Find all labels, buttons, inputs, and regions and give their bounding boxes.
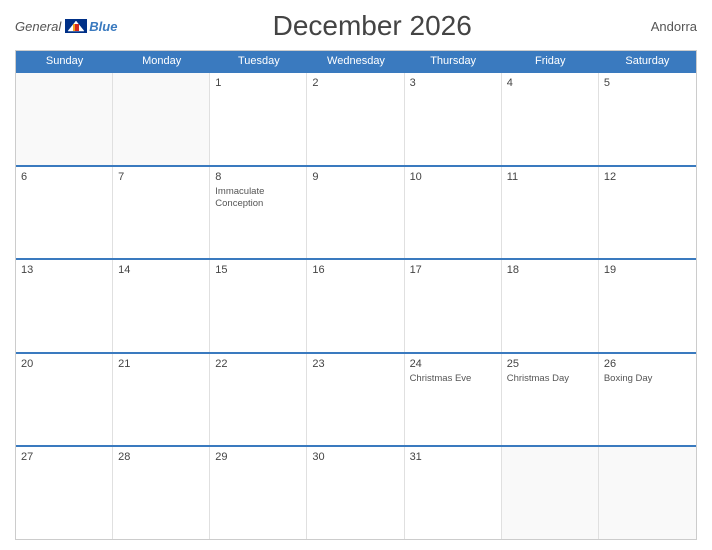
calendar-cell: 2 [307, 73, 404, 165]
day-number: 7 [118, 171, 204, 183]
calendar-cell: 24 Christmas Eve [405, 354, 502, 446]
header: General Blue December 2026 Andorra [15, 10, 697, 42]
calendar-cell: 30 [307, 447, 404, 539]
weekday-monday: Monday [113, 51, 210, 71]
day-number: 26 [604, 358, 691, 370]
calendar-cell [113, 73, 210, 165]
calendar-row-4: 27 28 29 30 31 [16, 445, 696, 539]
day-number: 18 [507, 264, 593, 276]
country-label: Andorra [627, 19, 697, 34]
calendar: Sunday Monday Tuesday Wednesday Thursday… [15, 50, 697, 540]
day-number: 24 [410, 358, 496, 370]
calendar-cell: 23 [307, 354, 404, 446]
calendar-row-3: 20 21 22 23 24 Christmas Eve 25 Christmas Day 26… [16, 352, 696, 446]
day-event: Immaculate Conception [215, 186, 301, 211]
day-number: 2 [312, 77, 398, 89]
day-number: 19 [604, 264, 691, 276]
calendar-cell: 11 [502, 167, 599, 259]
calendar-cell [502, 447, 599, 539]
calendar-cell: 27 [16, 447, 113, 539]
day-number: 5 [604, 77, 691, 89]
day-number: 28 [118, 451, 204, 463]
calendar-cell: 7 [113, 167, 210, 259]
calendar-cell: 15 [210, 260, 307, 352]
calendar-cell: 12 [599, 167, 696, 259]
calendar-cell: 28 [113, 447, 210, 539]
day-number: 9 [312, 171, 398, 183]
day-number: 27 [21, 451, 107, 463]
weekday-saturday: Saturday [599, 51, 696, 71]
logo-flag-icon [65, 19, 87, 33]
weekday-wednesday: Wednesday [307, 51, 404, 71]
weekday-thursday: Thursday [405, 51, 502, 71]
calendar-cell: 18 [502, 260, 599, 352]
day-number: 25 [507, 358, 593, 370]
day-number: 16 [312, 264, 398, 276]
calendar-cell: 4 [502, 73, 599, 165]
logo-blue: Blue [89, 19, 117, 34]
calendar-header: Sunday Monday Tuesday Wednesday Thursday… [16, 51, 696, 71]
day-number: 31 [410, 451, 496, 463]
month-title: December 2026 [117, 10, 627, 42]
calendar-body: 12345678Immaculate Conception91011121314… [16, 71, 696, 539]
calendar-cell: 29 [210, 447, 307, 539]
calendar-cell: 16 [307, 260, 404, 352]
day-event: Christmas Day [507, 373, 593, 385]
logo-general: General [15, 19, 61, 34]
weekday-sunday: Sunday [16, 51, 113, 71]
calendar-cell [599, 447, 696, 539]
day-number: 6 [21, 171, 107, 183]
day-number: 12 [604, 171, 691, 183]
calendar-row-1: 678 Immaculate Conception 9 10 11 12 [16, 165, 696, 259]
day-number: 30 [312, 451, 398, 463]
calendar-cell: 25 Christmas Day [502, 354, 599, 446]
calendar-cell: 6 [16, 167, 113, 259]
weekday-friday: Friday [502, 51, 599, 71]
calendar-cell: 3 [405, 73, 502, 165]
weekday-tuesday: Tuesday [210, 51, 307, 71]
day-number: 20 [21, 358, 107, 370]
day-number: 13 [21, 264, 107, 276]
calendar-row-0: 12345 [16, 71, 696, 165]
calendar-cell: 22 [210, 354, 307, 446]
calendar-cell: 21 [113, 354, 210, 446]
calendar-cell: 26 Boxing Day [599, 354, 696, 446]
calendar-cell: 9 [307, 167, 404, 259]
day-event: Christmas Eve [410, 373, 496, 385]
calendar-cell: 19 [599, 260, 696, 352]
calendar-cell: 17 [405, 260, 502, 352]
day-number: 15 [215, 264, 301, 276]
page: General Blue December 2026 Andorra Sunda… [0, 0, 712, 550]
day-event: Boxing Day [604, 373, 691, 385]
calendar-row-2: 13 14 15 16 17 18 19 [16, 258, 696, 352]
day-number: 17 [410, 264, 496, 276]
day-number: 3 [410, 77, 496, 89]
day-number: 23 [312, 358, 398, 370]
calendar-cell [16, 73, 113, 165]
day-number: 14 [118, 264, 204, 276]
day-number: 8 [215, 171, 301, 183]
day-number: 10 [410, 171, 496, 183]
day-number: 21 [118, 358, 204, 370]
calendar-cell: 31 [405, 447, 502, 539]
calendar-cell: 8 Immaculate Conception [210, 167, 307, 259]
calendar-cell: 20 [16, 354, 113, 446]
calendar-cell: 10 [405, 167, 502, 259]
calendar-cell: 5 [599, 73, 696, 165]
calendar-cell: 1 [210, 73, 307, 165]
day-number: 11 [507, 171, 593, 183]
calendar-cell: 13 [16, 260, 113, 352]
logo: General Blue [15, 19, 117, 34]
day-number: 4 [507, 77, 593, 89]
day-number: 1 [215, 77, 301, 89]
calendar-cell: 14 [113, 260, 210, 352]
day-number: 29 [215, 451, 301, 463]
day-number: 22 [215, 358, 301, 370]
